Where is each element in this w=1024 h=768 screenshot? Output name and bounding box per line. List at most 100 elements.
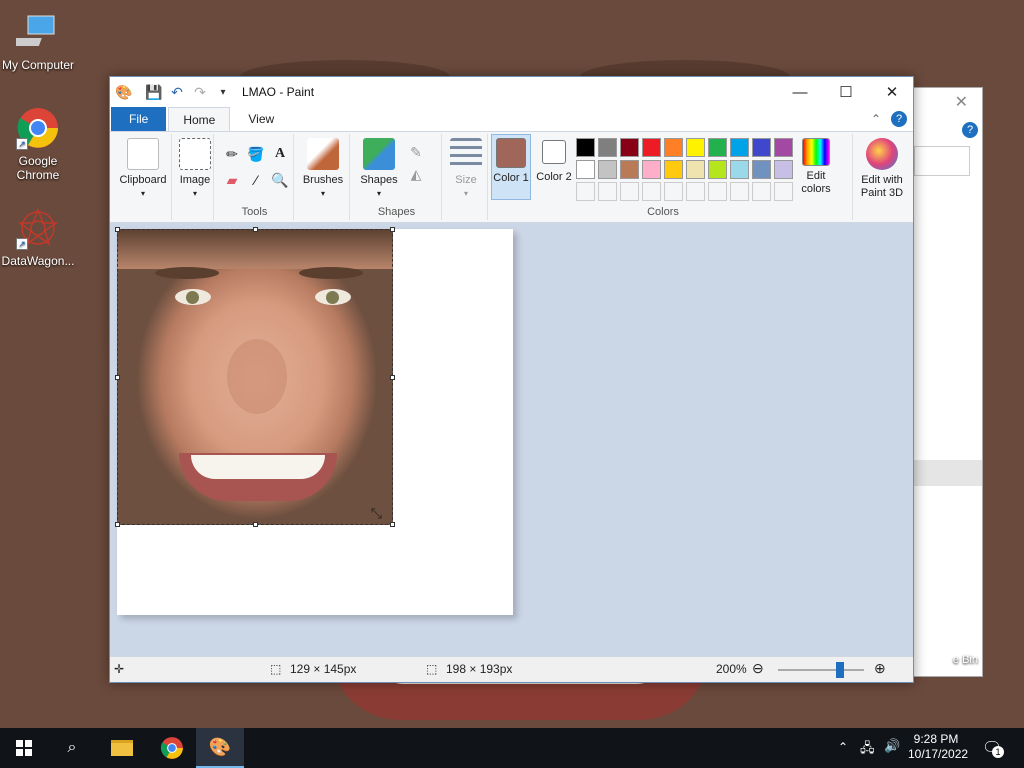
resize-handle[interactable]: [115, 522, 120, 527]
network-icon[interactable]: 🖧: [860, 739, 875, 761]
zoom-slider-track[interactable]: [778, 669, 864, 671]
paint-app-icon[interactable]: 🎨: [115, 83, 133, 101]
outline-icon[interactable]: ✎: [406, 142, 426, 162]
tab-view[interactable]: View: [234, 107, 288, 131]
palette-swatch[interactable]: [730, 138, 749, 157]
palette-swatch[interactable]: [598, 138, 617, 157]
desktop-icon-google-chrome[interactable]: ↗ Google Chrome: [0, 106, 76, 182]
edit-with-paint-3d-button[interactable]: Edit with Paint 3D: [855, 138, 909, 200]
start-button[interactable]: [0, 728, 48, 768]
image-size: 198 × 193px: [446, 662, 513, 676]
magnifier-icon[interactable]: 🔍: [270, 170, 290, 190]
palette-swatch[interactable]: [598, 160, 617, 179]
palette-swatch[interactable]: [752, 160, 771, 179]
paint-window[interactable]: 🎨 💾 ↶ ↷ ▾ LMAO - Paint — ☐ ✕ File Home V…: [109, 76, 914, 683]
tab-file[interactable]: File: [111, 107, 167, 131]
title-bar[interactable]: 🎨 💾 ↶ ↷ ▾ LMAO - Paint — ☐ ✕: [110, 77, 913, 107]
palette-swatch[interactable]: [620, 160, 639, 179]
eraser-icon[interactable]: ▰: [222, 170, 242, 190]
palette-swatch[interactable]: [774, 138, 793, 157]
palette-swatch[interactable]: [576, 160, 595, 179]
color1-button[interactable]: Color 1: [491, 134, 531, 200]
address-field[interactable]: [914, 146, 970, 176]
show-hidden-icons[interactable]: ⌃: [838, 740, 848, 754]
custom-color-slot[interactable]: [774, 182, 793, 201]
desktop-icon-label: Google Chrome: [16, 154, 60, 182]
resize-handle[interactable]: [390, 227, 395, 232]
custom-color-slot[interactable]: [598, 182, 617, 201]
desktop-icon-datawagon[interactable]: ↗ DataWagon...: [0, 206, 76, 268]
image-button[interactable]: Image ▾: [176, 138, 214, 200]
close-icon[interactable]: ✕: [955, 92, 968, 112]
custom-color-slot[interactable]: [686, 182, 705, 201]
taskbar-file-explorer[interactable]: [98, 728, 146, 768]
windows-icon: [16, 740, 32, 756]
resize-handle[interactable]: [390, 375, 395, 380]
close-button[interactable]: ✕: [869, 77, 915, 107]
palette-swatch[interactable]: [708, 138, 727, 157]
search-button[interactable]: ⌕: [48, 728, 96, 768]
resize-cursor-icon: ⤡: [370, 505, 382, 521]
help-icon[interactable]: ?: [962, 122, 978, 138]
shortcut-arrow-icon: ↗: [16, 138, 28, 150]
palette-swatch[interactable]: [620, 138, 639, 157]
save-icon[interactable]: 💾: [145, 83, 163, 101]
maximize-button[interactable]: ☐: [823, 77, 869, 107]
redo-icon[interactable]: ↷: [191, 83, 209, 101]
background-window[interactable]: ✕ ? e Bin: [905, 87, 983, 677]
palette-swatch[interactable]: [730, 160, 749, 179]
help-icon[interactable]: ?: [891, 111, 907, 127]
palette-swatch[interactable]: [686, 138, 705, 157]
color-picker-icon[interactable]: ⁄: [246, 170, 266, 190]
volume-icon[interactable]: 🔊: [884, 738, 900, 754]
palette-swatch[interactable]: [576, 138, 595, 157]
resize-handle[interactable]: [115, 227, 120, 232]
shape-fill-icon[interactable]: ◭: [406, 164, 426, 184]
custom-color-slot[interactable]: [730, 182, 749, 201]
palette-swatch[interactable]: [752, 138, 771, 157]
pencil-icon[interactable]: ✏: [222, 144, 242, 164]
custom-color-slot[interactable]: [752, 182, 771, 201]
brushes-button[interactable]: Brushes ▾: [298, 138, 348, 200]
custom-color-slot[interactable]: [642, 182, 661, 201]
custom-color-slot[interactable]: [620, 182, 639, 201]
custom-color-slot[interactable]: [708, 182, 727, 201]
palette-swatch[interactable]: [642, 160, 661, 179]
shapes-button[interactable]: Shapes ▾: [356, 138, 402, 200]
colors-label: Colors: [647, 206, 679, 218]
notification-button[interactable]: 🗨 1: [982, 738, 1004, 758]
canvas-area[interactable]: ⤡: [110, 223, 913, 656]
desktop-icon-my-computer[interactable]: My Computer: [0, 10, 76, 72]
palette-swatch[interactable]: [642, 138, 661, 157]
minimize-ribbon-icon[interactable]: ⌃: [871, 112, 881, 126]
custom-color-slot[interactable]: [576, 182, 595, 201]
customize-qat-icon[interactable]: ▾: [214, 83, 232, 101]
clock[interactable]: 9:28 PM 10/17/2022: [908, 732, 968, 762]
resize-handle[interactable]: [390, 522, 395, 527]
fill-icon[interactable]: 🪣: [246, 144, 266, 164]
resize-handle[interactable]: [253, 227, 258, 232]
tab-home[interactable]: Home: [168, 107, 231, 131]
edit-colors-button[interactable]: Edit colors: [796, 138, 836, 196]
undo-icon[interactable]: ↶: [168, 83, 186, 101]
taskbar-chrome[interactable]: [148, 728, 196, 768]
minimize-button[interactable]: —: [777, 77, 823, 107]
palette-swatch[interactable]: [664, 160, 683, 179]
text-icon[interactable]: A: [270, 144, 290, 164]
zoom-in-button[interactable]: ⊕: [874, 660, 886, 677]
clipboard-button[interactable]: Clipboard ▾: [116, 138, 170, 200]
taskbar-paint[interactable]: 🎨: [196, 728, 244, 768]
resize-handle[interactable]: [253, 522, 258, 527]
size-button[interactable]: Size ▾: [446, 138, 486, 200]
palette-swatch[interactable]: [774, 160, 793, 179]
palette-swatch[interactable]: [664, 138, 683, 157]
resize-handle[interactable]: [115, 375, 120, 380]
color2-button[interactable]: Color 2: [534, 134, 574, 184]
selection-rectangle[interactable]: ⤡: [115, 227, 395, 527]
palette-swatch[interactable]: [708, 160, 727, 179]
palette-swatch[interactable]: [686, 160, 705, 179]
zoom-slider-thumb[interactable]: [835, 662, 844, 678]
zoom-out-button[interactable]: ⊖: [752, 660, 764, 677]
selected-row[interactable]: [914, 460, 982, 486]
custom-color-slot[interactable]: [664, 182, 683, 201]
